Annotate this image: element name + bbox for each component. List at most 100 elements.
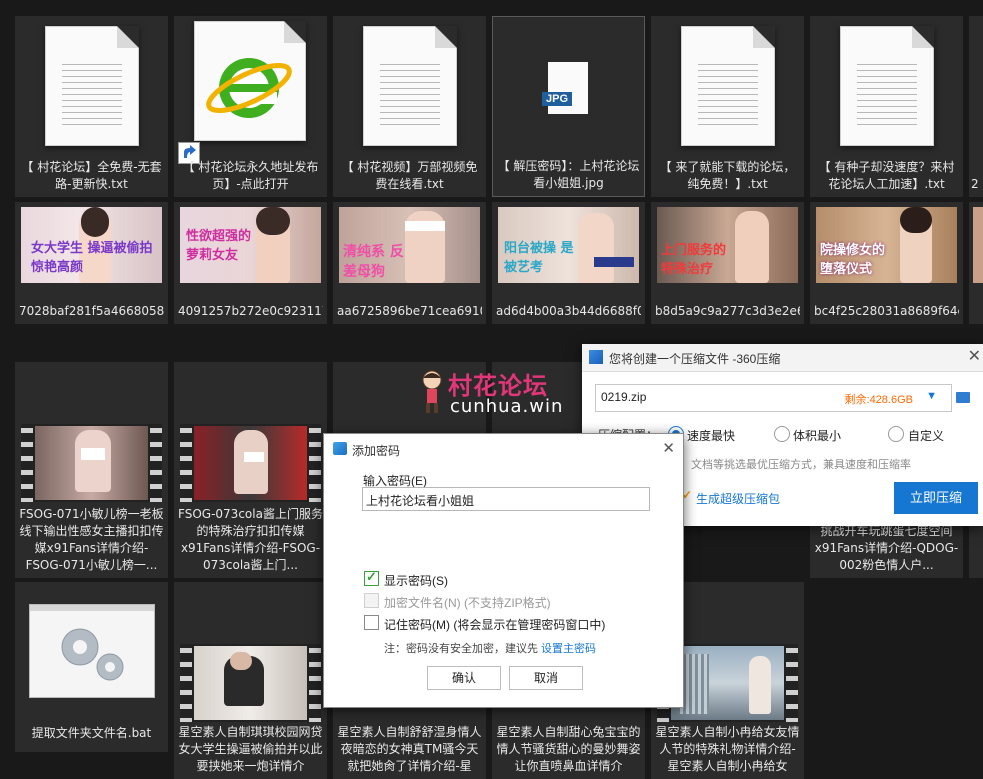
video-tile[interactable]: FSOG-073cola酱上门服务的特殊治疗扣扣传媒x91Fans详情介绍-FS… [174, 362, 327, 578]
compress-now-button[interactable]: 立即压缩 [894, 482, 978, 514]
remember-password-label: 记住密码(M) (将会显示在管理密码窗口中) [384, 618, 606, 632]
show-password-checkbox[interactable]: ✓ [364, 569, 379, 586]
image-thumbnail: 性欲超强的 萝莉女友 [180, 207, 321, 283]
folder-icon[interactable] [956, 392, 970, 403]
zip-dialog-titlebar: 您将创建一个压缩文件 -360压缩 ✕ [582, 344, 983, 372]
zip-app-icon [589, 350, 603, 364]
text-file-icon [45, 26, 139, 146]
file-name: 星空素人自制舒舒湿身情人夜暗恋的女神真TM骚今天就把她肏了详情介绍-星 [337, 725, 482, 773]
file-name: 星空素人自制小冉给女友情人节的特殊礼物详情介绍-星空素人自制小冉给女 [655, 725, 800, 773]
password-dialog-titlebar: 添加密码 ✕ [324, 434, 683, 462]
thumbnail-overlay-text: 性欲超强的 萝莉女友 [186, 229, 252, 263]
file-name: 星空素人自制甜心兔宝宝的情人节骚货甜心的曼妙舞姿让你直喷鼻血详情介 [496, 725, 641, 773]
image-thumbnail: 院操修女的 堕落仪式 [816, 207, 957, 283]
video-thumbnail [180, 424, 321, 502]
file-name: 【 村花视频】万部视频免费在线看.txt [341, 160, 478, 191]
radio-custom[interactable] [888, 426, 904, 442]
ie-shortcut-icon [194, 21, 306, 141]
encrypt-filenames-label: 加密文件名(N) (不支持ZIP格式) [384, 596, 551, 610]
mascot-icon [422, 370, 442, 413]
thumbnail-overlay-text: 阳台被操 是被艺考 [504, 241, 574, 275]
set-master-password-link[interactable]: 设置主密码 [541, 643, 596, 655]
radio-smallest[interactable] [774, 426, 790, 442]
video-thumbnail [21, 424, 162, 502]
image-thumbnail: 女大学生 操逼被偷拍 惊艳高颜 [21, 207, 162, 283]
file-name: 提取文件夹文件名.bat [31, 726, 152, 740]
password-input[interactable]: 上村花论坛看小姐姐 [362, 487, 650, 511]
password-dialog-title: 添加密码 [352, 444, 401, 458]
video-tile[interactable]: FSOG-071小敏儿榜一老板线下输出性感女主播扣扣传媒x91Fans详情介绍-… [15, 362, 168, 578]
encrypt-filenames-checkbox[interactable] [364, 593, 379, 608]
text-file-icon [840, 26, 934, 146]
file-name: ad6d4b00a3b44d6688f0e2af47e96244.jpg [496, 304, 641, 318]
close-icon[interactable]: ✕ [662, 439, 675, 457]
confirm-button[interactable]: 确认 [427, 666, 501, 690]
thumbnail-overlay-text: 女大学生 操逼被偷拍 惊艳高颜 [31, 241, 153, 275]
file-name: FSOG-071小敏儿榜一老板线下输出性感女主播扣扣传媒x91Fans详情介绍-… [19, 507, 164, 572]
text-file-icon [681, 26, 775, 146]
file-name: b8d5a9c9a277c3d3e2e6aee57824664e.jpg [655, 304, 800, 318]
file-name: 【 来了就能下载的论坛，纯免费！】.txt [659, 160, 796, 191]
file-name: 【 有种子却没速度？来村花论坛人工加速】.txt [818, 160, 955, 191]
zip-dialog-title: 您将创建一个压缩文件 -360压缩 [609, 352, 781, 366]
close-icon[interactable]: ✕ [968, 346, 981, 366]
jpg-file-icon: JPG [542, 62, 588, 114]
image-thumbnail: 阳台被操 是被艺考 [498, 207, 639, 283]
password-value: 上村花论坛看小姐姐 [366, 494, 475, 508]
video-thumbnail [180, 644, 321, 722]
jpg-badge: JPG [542, 92, 573, 106]
file-name: 【 解压密码】：上村花论坛看小姐姐.jpg [497, 159, 640, 190]
file-name: FSOG-073cola酱上门服务的特殊治疗扣扣传媒x91Fans详情介绍-FS… [178, 507, 323, 572]
lock-app-icon [333, 442, 347, 455]
file-tile[interactable]: 性欲超强的 萝莉女友 4091257b272e0c9231174e4393327… [174, 202, 327, 324]
show-password-label: 显示密码(S) [384, 574, 448, 588]
file-name: bc4f25c28031a8689f64e2eccb7a2ef6.jpg [814, 304, 959, 318]
site-watermark: 村花论坛 cunhua.win [418, 368, 573, 418]
cancel-button[interactable]: 取消 [509, 666, 583, 690]
chevron-down-icon[interactable]: ▼ [926, 390, 937, 402]
zip-hint-text: 、文档等挑选最优压缩方式，兼具速度和压缩率 [680, 459, 911, 471]
file-name: 7028baf281f5a4668058d59bd556e22a.jpg [19, 304, 164, 318]
option-smallest: 体积最小 [793, 429, 842, 443]
thumbnail-overlay-text: 上门服务的 特殊治疗 [661, 243, 727, 277]
file-tile[interactable]: 清纯系 反差母狗 aa6725896be71cea6910cdf5e0c6b73… [333, 202, 486, 324]
file-tile[interactable]: 【 村花论坛永久地址发布页】-点此打开 [174, 16, 327, 197]
image-thumbnail: 上门服务的 特殊治疗 [657, 207, 798, 283]
file-tile-selected[interactable]: JPG 【 解压密码】：上村花论坛看小姐姐.jpg [492, 16, 645, 197]
file-tile[interactable]: 院操修女的 堕落仪式 bc4f25c28031a8689f64e2eccb7a2… [810, 202, 963, 324]
zip-remaining-space: 剩余:428.6GB [844, 394, 913, 406]
video-tile[interactable]: 星空素人自制琪琪校园网贷女大学生操逼被偷拍并以此要挟她来一炮详情介 [174, 582, 327, 779]
zip-filename: 0219.zip [601, 390, 647, 404]
security-note: 注：密码没有安全加密，建议先 设置主密码 [384, 640, 596, 656]
file-tile[interactable]: 提取文件夹文件名.bat [15, 582, 168, 752]
file-name: 【 村花论坛永久地址发布页】-点此打开 [182, 160, 319, 191]
image-thumbnail: 清纯系 反差母狗 [339, 207, 480, 283]
file-tile-partial[interactable]: 2 [969, 16, 983, 197]
file-name: 挑战开车玩跳蛋七度空间x91Fans详情介绍-QDOG-002粉色情人户... [814, 524, 959, 572]
file-tile[interactable]: 女大学生 操逼被偷拍 惊艳高颜 7028baf281f5a4668058d59b… [15, 202, 168, 324]
batch-file-icon [29, 604, 155, 698]
file-tile[interactable]: 上门服务的 特殊治疗 b8d5a9c9a277c3d3e2e6aee578246… [651, 202, 804, 324]
option-custom: 自定义 [908, 429, 945, 443]
text-file-icon [363, 26, 457, 146]
file-name: 4091257b272e0c9231174e4393327cd6.jpg [178, 304, 323, 318]
remember-password-checkbox[interactable] [364, 615, 379, 630]
file-tile[interactable]: 阳台被操 是被艺考 ad6d4b00a3b44d6688f0e2af47e962… [492, 202, 645, 324]
password-dialog: 添加密码 ✕ 输入密码(E) 上村花论坛看小姐姐 ✓ 显示密码(S) 加密文件名… [323, 433, 684, 708]
file-name: 【 村花论坛】全免费-无套路-更新快.txt [21, 160, 162, 191]
option-fastest: 速度最快 [687, 429, 736, 443]
thumbnail-overlay-text: 清纯系 反差母狗 [343, 244, 404, 280]
security-note-text: 注：密码没有安全加密，建议先 [384, 643, 538, 655]
file-tile[interactable]: 【 有种子却没速度？来村花论坛人工加速】.txt [810, 16, 963, 197]
file-name: aa6725896be71cea6910cdf5e0c6b73f.jpg [337, 304, 482, 318]
super-zip-link[interactable]: 生成超级压缩包 [696, 490, 780, 507]
file-tile[interactable]: 【 村花论坛】全免费-无套路-更新快.txt [15, 16, 168, 197]
file-tile[interactable]: 【 来了就能下载的论坛，纯免费！】.txt [651, 16, 804, 197]
file-tile-partial[interactable] [969, 202, 983, 324]
thumbnail-overlay-text: 院操修女的 堕落仪式 [820, 243, 886, 277]
file-name: 2 [971, 177, 979, 191]
file-name: 星空素人自制琪琪校园网贷女大学生操逼被偷拍并以此要挟她来一炮详情介 [178, 725, 323, 773]
zip-filename-field[interactable]: 0219.zip 剩余:428.6GB ▼ [595, 384, 952, 412]
watermark-en: cunhua.win [450, 396, 564, 417]
file-tile[interactable]: 【 村花视频】万部视频免费在线看.txt [333, 16, 486, 197]
